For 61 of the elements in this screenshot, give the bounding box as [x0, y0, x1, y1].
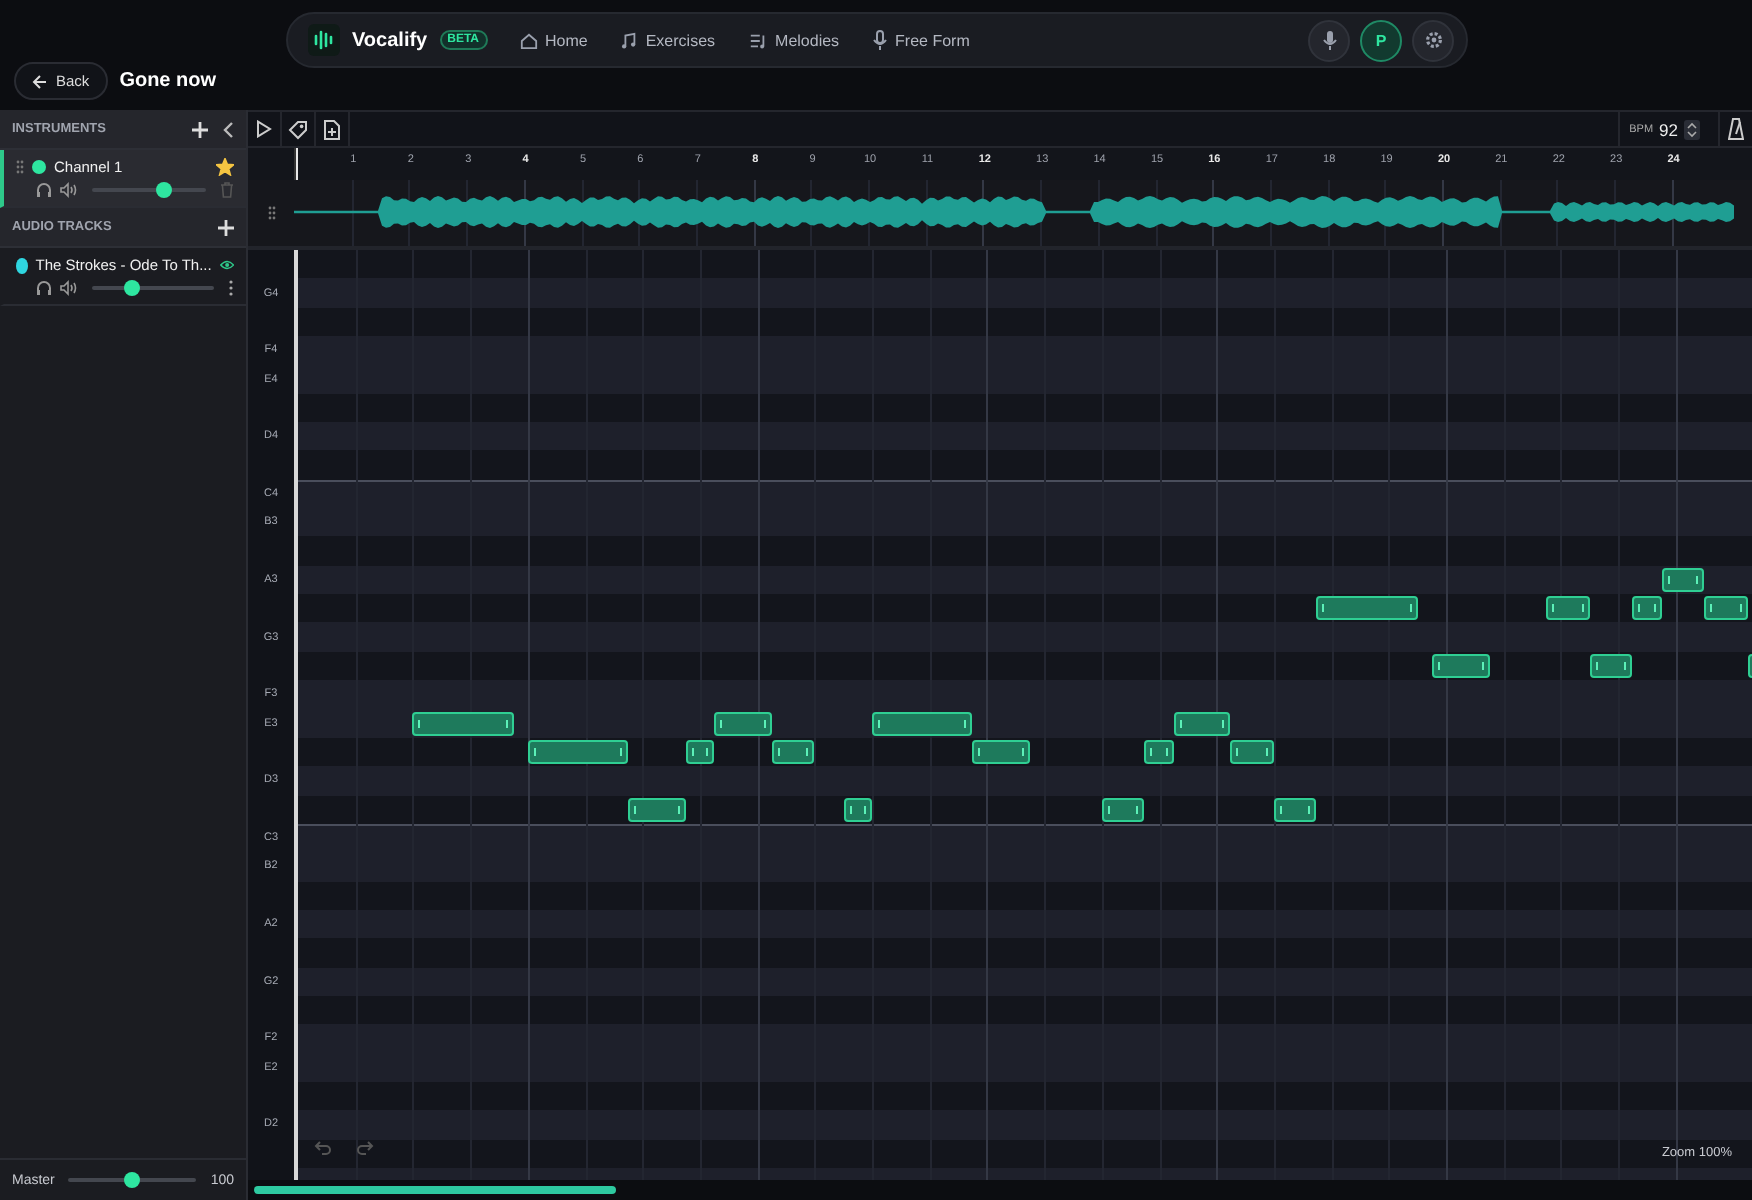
microphone-icon [871, 30, 888, 50]
nav-link[interactable]: Home [519, 31, 588, 49]
note-block[interactable] [1431, 653, 1489, 678]
play-icon [256, 120, 272, 138]
arrow-left-icon [32, 73, 48, 89]
nav-link[interactable]: Melodies [747, 31, 840, 49]
sound-wave-logo-icon [308, 24, 340, 56]
redo-icon[interactable] [356, 1140, 374, 1156]
headphones-icon[interactable] [36, 280, 52, 296]
horizontal-scrollbar[interactable] [248, 1180, 1752, 1200]
tag-icon [288, 119, 308, 139]
drag-handle-icon[interactable] [267, 206, 275, 220]
slider-thumb[interactable] [156, 182, 173, 198]
note-block[interactable] [1230, 739, 1274, 764]
drag-handle-icon[interactable] [16, 160, 24, 174]
slider-thumb[interactable] [123, 280, 140, 296]
metronome-icon [1728, 118, 1744, 140]
note-block[interactable] [1316, 596, 1418, 621]
note-block[interactable] [1632, 596, 1662, 621]
plus-icon[interactable] [192, 121, 208, 137]
slider-thumb[interactable] [124, 1172, 141, 1188]
eye-icon[interactable] [219, 258, 234, 272]
nav-link[interactable]: Exercises [619, 31, 716, 49]
undo-icon[interactable] [314, 1140, 332, 1156]
more-options-icon[interactable] [228, 280, 234, 296]
note-block[interactable] [628, 797, 686, 822]
headphones-icon[interactable] [36, 182, 52, 198]
speaker-icon[interactable] [60, 182, 78, 198]
music-note-icon [619, 31, 638, 49]
file-plus-icon [324, 119, 340, 139]
plus-icon[interactable] [218, 219, 234, 235]
note-block[interactable] [771, 739, 815, 764]
note-block[interactable] [1589, 653, 1633, 678]
microphone-button[interactable] [1308, 19, 1350, 61]
note-block[interactable] [412, 711, 514, 736]
bpm-value: 92 [1659, 119, 1678, 139]
note-block[interactable] [972, 739, 1030, 764]
microphone-icon [1321, 30, 1337, 50]
note-block[interactable] [1144, 739, 1174, 764]
note-block[interactable] [843, 797, 872, 822]
note-block[interactable] [1546, 596, 1590, 621]
scrollbar-thumb[interactable] [254, 1186, 616, 1194]
brand-name: Vocalify [352, 29, 428, 51]
project-title: Gone now [119, 70, 217, 92]
note-block[interactable] [872, 711, 973, 736]
nav-link[interactable]: Free Form [871, 30, 970, 50]
note-block[interactable] [685, 739, 715, 764]
speaker-icon[interactable] [60, 280, 78, 296]
note-block[interactable] [527, 739, 629, 764]
star-icon[interactable] [216, 158, 234, 176]
stepper-icon[interactable] [1684, 119, 1700, 139]
profile-avatar[interactable]: P [1360, 19, 1402, 61]
home-icon [519, 31, 537, 49]
music-list-icon [747, 31, 768, 49]
settings-button[interactable] [1412, 19, 1454, 61]
chevron-left-icon[interactable] [222, 121, 234, 137]
note-block[interactable] [714, 711, 772, 736]
note-block[interactable] [1704, 596, 1748, 621]
settings-icon [1423, 30, 1443, 50]
note-block[interactable] [1101, 797, 1145, 822]
note-block[interactable] [1273, 797, 1317, 822]
